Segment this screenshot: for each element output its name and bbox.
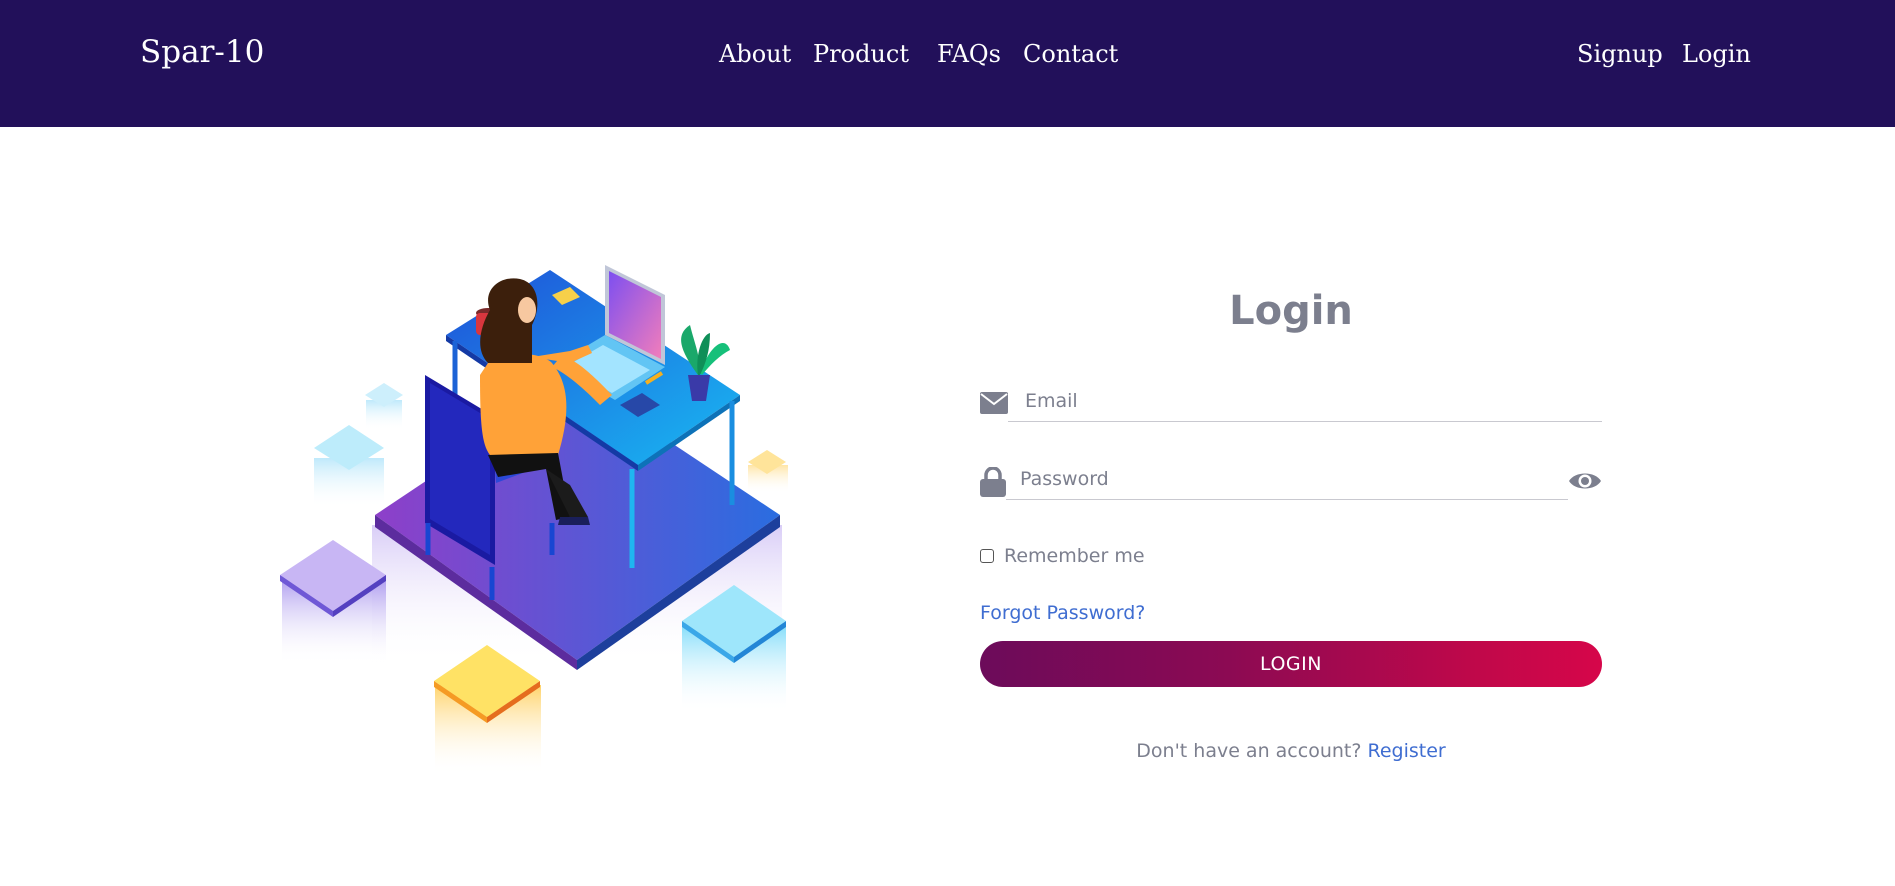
- envelope-icon: [980, 392, 1008, 414]
- nav-link-contact[interactable]: Contact: [1023, 40, 1118, 68]
- nav-link-faqs[interactable]: FAQs: [937, 40, 1001, 68]
- forgot-password-link[interactable]: Forgot Password?: [980, 602, 1145, 624]
- remember-me-row[interactable]: Remember me: [980, 543, 1145, 569]
- nav-link-login[interactable]: Login: [1682, 40, 1751, 68]
- nav-link-product[interactable]: Product: [813, 40, 909, 68]
- hero-illustration: [270, 255, 810, 775]
- eye-icon[interactable]: [1568, 470, 1602, 492]
- lock-icon: [980, 467, 1006, 497]
- register-prompt-text: Don't have an account?: [1136, 740, 1368, 762]
- form-title: Login: [1229, 288, 1353, 334]
- remember-me-label: Remember me: [1004, 545, 1145, 567]
- nav-link-about[interactable]: About: [719, 40, 791, 68]
- login-button[interactable]: LOGIN: [980, 641, 1602, 687]
- register-prompt-row: Don't have an account? Register: [980, 740, 1602, 762]
- nav-link-signup[interactable]: Signup: [1577, 40, 1663, 68]
- woman-at-desk-illustration: [280, 265, 788, 775]
- login-form: Login Remember me Forgot Password? LOGIN…: [980, 280, 1602, 780]
- register-link[interactable]: Register: [1367, 740, 1445, 762]
- top-navbar: Spar-10 About Product FAQs Contact Signu…: [0, 0, 1895, 127]
- remember-me-checkbox[interactable]: [980, 549, 994, 563]
- password-field[interactable]: [1006, 458, 1568, 500]
- email-field[interactable]: [1008, 380, 1602, 422]
- main-nav: About Product FAQs Contact Signup Login: [0, 40, 1895, 74]
